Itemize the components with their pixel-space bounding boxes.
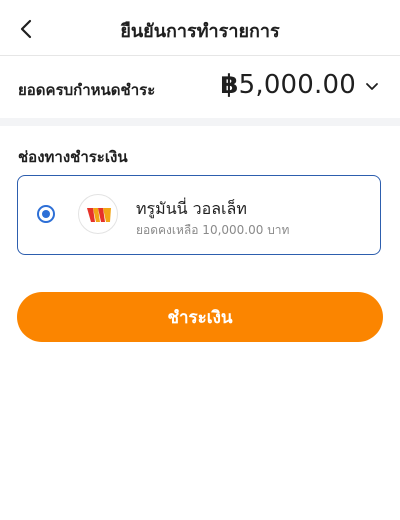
- radio-selected-dot: [42, 210, 50, 218]
- section-divider: [0, 118, 400, 126]
- payment-channel-label: ช่องทางชำระเงิน: [18, 148, 128, 166]
- amount-due-value[interactable]: ฿5,000.00: [220, 70, 356, 100]
- pay-button[interactable]: ชำระเงิน: [17, 292, 383, 342]
- channel-radio-button[interactable]: [37, 205, 55, 223]
- currency-symbol: ฿: [220, 70, 239, 100]
- amount-due-label: ยอดครบกำหนดชำระ: [18, 81, 156, 99]
- page-title: ยืนยันการทำรายการ: [120, 21, 280, 42]
- top-app-bar: ยืนยันการทำรายการ: [0, 0, 400, 56]
- amount-dropdown-toggle[interactable]: [364, 78, 380, 94]
- amount-number: 5,000.00: [238, 70, 356, 100]
- wallet-name: ทรูมันนี่ วอลเล็ท: [136, 199, 247, 218]
- payment-channel-option[interactable]: ทรูมันนี่ วอลเล็ท ยอดคงเหลือ 10,000.00 บ…: [17, 175, 381, 255]
- chevron-down-icon: [366, 83, 378, 90]
- amount-due-row: ยอดครบกำหนดชำระ ฿5,000.00: [0, 56, 400, 118]
- wallet-logo-icon: [87, 208, 111, 222]
- truemoney-wallet-logo: [78, 194, 118, 234]
- wallet-balance: ยอดคงเหลือ 10,000.00 บาท: [136, 223, 290, 237]
